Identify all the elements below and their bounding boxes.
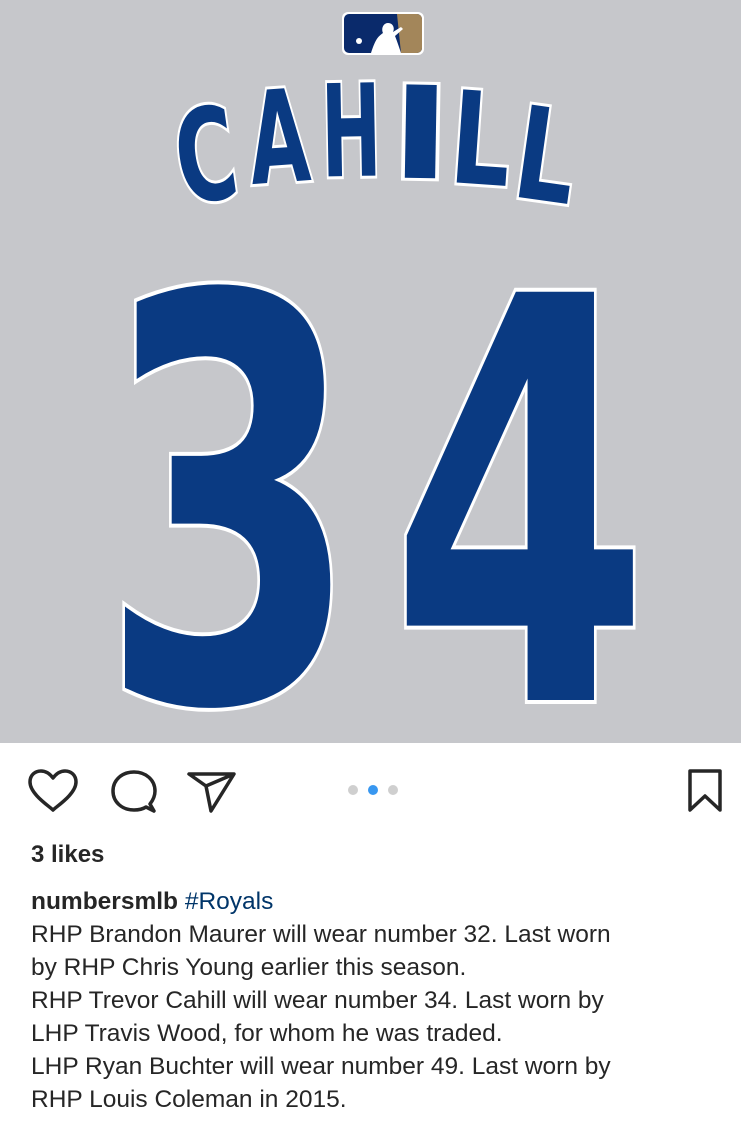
caption-line: LHP Ryan Buchter will wear number 49. La… (31, 1053, 611, 1080)
caption-line: RHP Louis Coleman in 2015. (31, 1086, 347, 1113)
carousel-indicator (348, 785, 408, 797)
post-caption: numbersmlb #Royals RHP Brandon Maurer wi… (31, 885, 721, 1116)
carousel-dot-active (368, 785, 378, 795)
username-link[interactable]: numbersmlb (31, 888, 178, 915)
jersey-number-digit: 4 (390, 181, 650, 743)
jersey-graphic: CAHI LL 34 (96, 54, 654, 743)
heart-outline-icon[interactable] (27, 768, 79, 814)
jersey-number-digit: 3 (100, 181, 360, 743)
jersey-number: 34 (96, 177, 654, 743)
comment-bubble-icon[interactable] (108, 768, 158, 816)
paper-plane-icon[interactable] (186, 769, 238, 815)
caption-line: RHP Brandon Maurer will wear number 32. … (31, 921, 611, 948)
hashtag-link[interactable]: #Royals (185, 888, 274, 915)
caption-line: by RHP Chris Young earlier this season. (31, 954, 467, 981)
caption-line: RHP Trevor Cahill will wear number 34. L… (31, 987, 604, 1014)
post-image[interactable]: CAHILL 34 (0, 0, 741, 743)
carousel-dot (388, 785, 398, 795)
caption-line: LHP Travis Wood, for whom he was traded. (31, 1020, 503, 1047)
likes-count[interactable]: 3 likes (31, 841, 104, 869)
bookmark-icon[interactable] (686, 768, 724, 814)
caption-header: numbersmlb #Royals (31, 885, 721, 918)
carousel-dot (348, 785, 358, 795)
